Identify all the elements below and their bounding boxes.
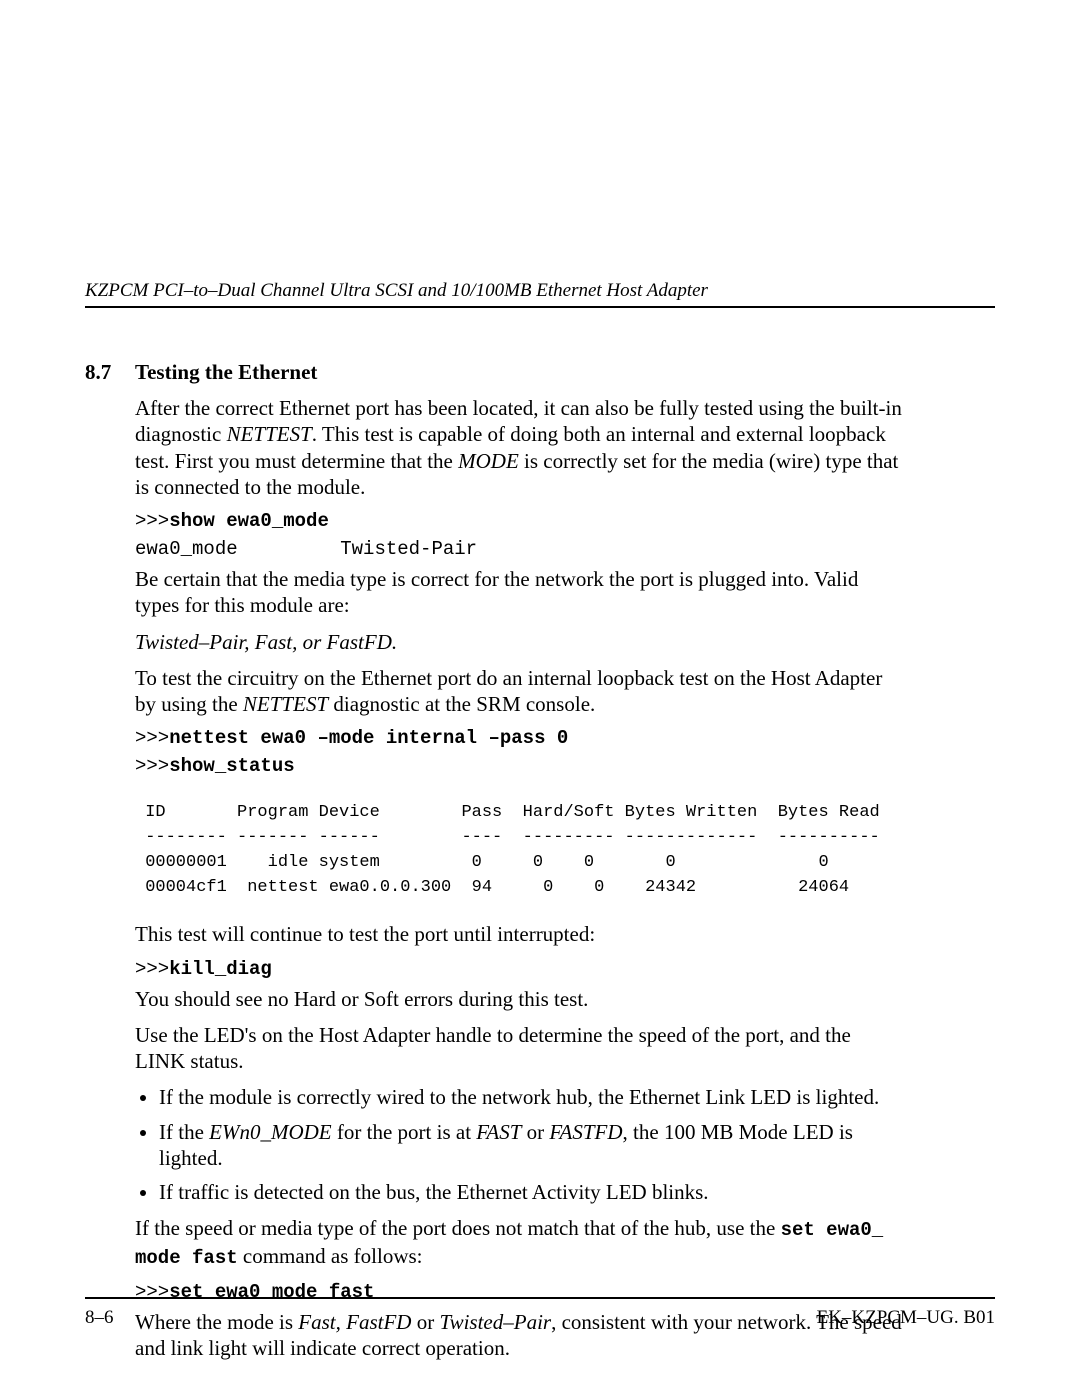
text: If the speed or media type of the port d… — [135, 1216, 781, 1240]
intro-paragraph: After the correct Ethernet port has been… — [135, 395, 905, 500]
mismatch-paragraph: If the speed or media type of the port d… — [135, 1215, 905, 1271]
prompt: >>> — [135, 727, 169, 749]
list-item: If traffic is detected on the bus, the E… — [159, 1179, 905, 1205]
page-number: 8–6 — [85, 1307, 114, 1329]
text: If the — [159, 1120, 209, 1144]
prompt: >>> — [135, 958, 169, 980]
command: nettest ewa0 –mode internal –pass 0 — [169, 727, 568, 749]
section-title: Testing the Ethernet — [135, 360, 317, 385]
command: kill_diag — [169, 958, 272, 980]
list-item: If the EWn0_MODE for the port is at FAST… — [159, 1119, 905, 1172]
text: diagnostic at the SRM console. — [328, 692, 595, 716]
status-table-row: 00000001 idle system 0 0 0 0 0 — [135, 853, 905, 872]
command-output-1: ewa0_mode Twisted-Pair — [135, 538, 905, 560]
section-number: 8.7 — [85, 360, 135, 385]
command-line-2: >>>nettest ewa0 –mode internal –pass 0 — [135, 727, 905, 749]
doc-id: EK–KZPCM–UG. B01 — [817, 1307, 995, 1329]
body: After the correct Ethernet port has been… — [135, 395, 905, 1361]
command: show ewa0_mode — [169, 510, 329, 532]
running-header: KZPCM PCI–to–Dual Channel Ultra SCSI and… — [85, 280, 995, 308]
mode-var: EWn0_MODE — [209, 1120, 331, 1144]
media-check-paragraph: Be certain that the media type is correc… — [135, 566, 905, 619]
mode-fastfd: FASTFD — [549, 1120, 622, 1144]
prompt: >>> — [135, 510, 169, 532]
continue-paragraph: This test will continue to test the port… — [135, 921, 905, 947]
status-table-separator: -------- ------- ------ ---- --------- -… — [135, 828, 905, 847]
page: KZPCM PCI–to–Dual Channel Ultra SCSI and… — [0, 0, 1080, 1397]
text: for the port is at — [332, 1120, 477, 1144]
diagnostic-name: NETTEST — [243, 692, 328, 716]
section-heading: 8.7 Testing the Ethernet — [85, 360, 995, 385]
led-list: If the module is correctly wired to the … — [135, 1084, 905, 1205]
diagnostic-name: NETTEST — [227, 422, 312, 446]
list-item: If the module is correctly wired to the … — [159, 1084, 905, 1110]
page-footer: 8–6 EK–KZPCM–UG. B01 — [85, 1297, 995, 1329]
mode-fast: FAST — [476, 1120, 521, 1144]
command-line-1: >>>show ewa0_mode — [135, 510, 905, 532]
test-paragraph: To test the circuitry on the Ethernet po… — [135, 665, 905, 718]
status-table-header: ID Program Device Pass Hard/Soft Bytes W… — [135, 803, 905, 822]
command: show_status — [169, 755, 294, 777]
prompt: >>> — [135, 755, 169, 777]
mode-word: MODE — [458, 449, 519, 473]
no-errors-paragraph: You should see no Hard or Soft errors du… — [135, 986, 905, 1012]
command-line-3: >>>show_status — [135, 755, 905, 777]
valid-types: Twisted–Pair, Fast, or FastFD. — [135, 629, 905, 655]
command-line-4: >>>kill_diag — [135, 958, 905, 980]
led-intro-paragraph: Use the LED's on the Host Adapter handle… — [135, 1022, 905, 1075]
text: command as follows: — [238, 1244, 423, 1268]
status-table-row: 00004cf1 nettest ewa0.0.0.300 94 0 0 243… — [135, 878, 905, 897]
text: or — [521, 1120, 549, 1144]
